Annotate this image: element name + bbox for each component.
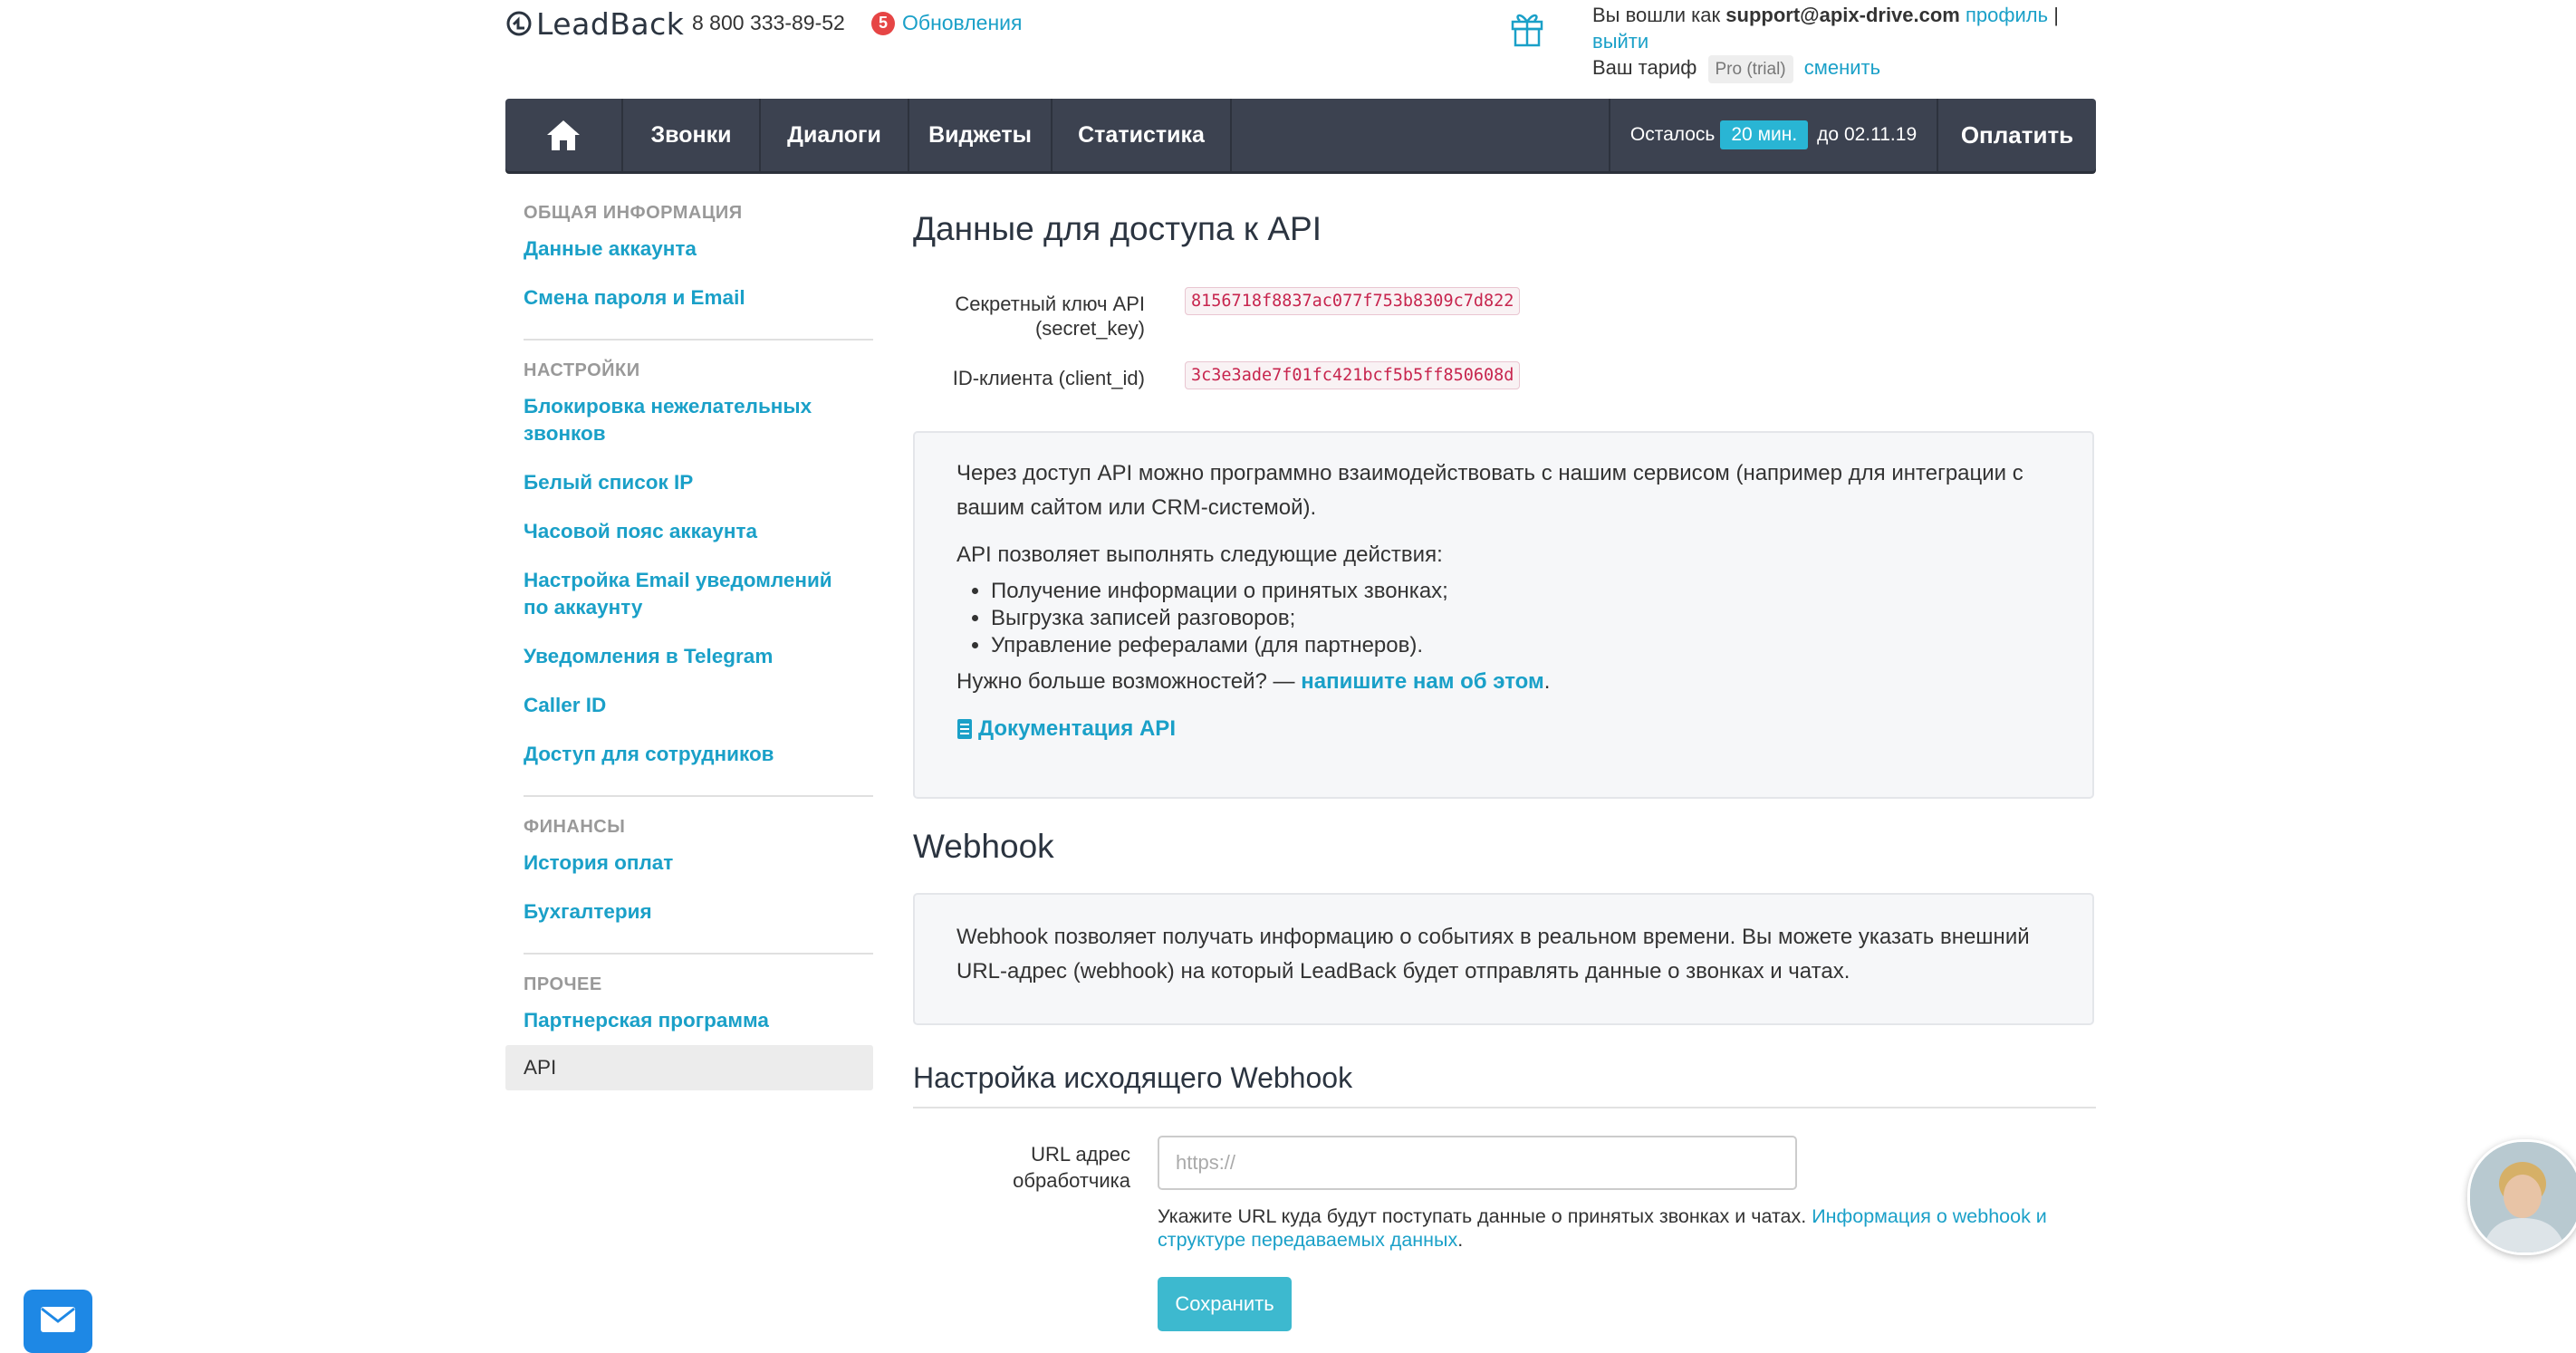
- sidebar-section-settings: НАСТРОЙКИ: [524, 360, 640, 380]
- nav-calls[interactable]: Звонки: [623, 99, 761, 171]
- mail-widget-button[interactable]: [24, 1290, 92, 1353]
- sidebar-section-finance: ФИНАНСЫ: [524, 817, 626, 837]
- api-actions-list: Получение информации о принятых звонках;…: [956, 578, 2051, 659]
- sidebar-item-email-notifications[interactable]: Настройка Email уведомлений по аккаунту: [505, 567, 873, 621]
- updates-link[interactable]: 5 Обновления: [871, 11, 1022, 35]
- sidebar-item-payment-history[interactable]: История оплат: [505, 849, 873, 877]
- outgoing-webhook-title: Настройка исходящего Webhook: [913, 1061, 1353, 1094]
- api-title: Данные для доступа к API: [913, 210, 1322, 247]
- list-item: Получение информации о принятых звонках;: [991, 578, 2051, 605]
- sidebar-section-other: ПРОЧЕЕ: [524, 974, 602, 994]
- logo-icon: [506, 11, 532, 36]
- api-more: Нужно больше возможностей? — напишите на…: [956, 665, 2051, 699]
- api-more-suffix: .: [1543, 669, 1551, 694]
- section-divider: [913, 1107, 2096, 1108]
- sidebar-item-call-blocking[interactable]: Блокировка нежелательных звонков: [505, 393, 873, 447]
- client-id-value-wrap: 3c3e3ade7f01fc421bcf5b5ff850608d: [1185, 361, 1521, 389]
- user-info: Вы вошли как support@apix-drive.com проф…: [1592, 2, 2063, 83]
- contact-us-link[interactable]: напишите нам об этом: [1301, 669, 1544, 694]
- until-label: до 02.11.19: [1817, 124, 1918, 145]
- secret-key-label-line1: Секретный ключ API: [955, 293, 1145, 315]
- client-id-value[interactable]: 3c3e3ade7f01fc421bcf5b5ff850608d: [1185, 361, 1521, 389]
- save-button[interactable]: Сохранить: [1158, 1277, 1292, 1331]
- updates-count-badge: 5: [871, 11, 895, 35]
- nav-widgets[interactable]: Виджеты: [909, 99, 1053, 171]
- logo[interactable]: LeadBack: [505, 5, 684, 42]
- sidebar-item-telegram[interactable]: Уведомления в Telegram: [505, 643, 873, 670]
- sidebar-item-caller-id[interactable]: Caller ID: [505, 692, 873, 719]
- sidebar-item-api[interactable]: API: [505, 1045, 873, 1090]
- secret-key-label-line2: (secret_key): [1034, 317, 1145, 340]
- logout-link[interactable]: выйти: [1592, 30, 1648, 53]
- logged-in-prefix: Вы вошли как: [1592, 4, 1721, 26]
- list-item: Управление рефералами (для партнеров).: [991, 632, 2051, 659]
- api-info-panel: Через доступ API можно программно взаимо…: [913, 431, 2094, 799]
- mail-icon: [41, 1307, 75, 1332]
- tariff-label: Ваш тариф: [1592, 56, 1697, 79]
- avatar-person-icon: [2470, 1142, 2576, 1252]
- nav-statistics[interactable]: Статистика: [1053, 99, 1232, 171]
- sidebar-divider: [524, 795, 873, 797]
- sidebar-item-accounting[interactable]: Бухгалтерия: [505, 898, 873, 926]
- sidebar-divider: [524, 339, 873, 341]
- list-item: Выгрузка записей разговоров;: [991, 605, 2051, 632]
- webhook-hint-suffix: .: [1457, 1229, 1464, 1251]
- webhook-hint: Укажите URL куда будут поступать данные …: [1158, 1204, 2091, 1252]
- client-id-label: ID-клиента (client_id): [952, 367, 1145, 389]
- sidebar-item-partner-program[interactable]: Партнерская программа: [505, 1007, 873, 1034]
- support-avatar[interactable]: [2467, 1139, 2576, 1255]
- logo-text: LeadBack: [536, 5, 685, 42]
- document-icon: [957, 719, 972, 739]
- user-email: support@apix-drive.com: [1725, 4, 1960, 26]
- api-docs-label: Документация API: [978, 716, 1176, 741]
- webhook-desc: Webhook позволяет получать информацию о …: [956, 925, 2030, 984]
- sidebar-item-account-data[interactable]: Данные аккаунта: [505, 235, 873, 263]
- home-icon: [547, 120, 580, 150]
- sidebar-item-staff-access[interactable]: Доступ для сотрудников: [505, 741, 873, 768]
- url-handler-label: URL адрес обработчика: [1013, 1143, 1130, 1192]
- change-tariff-link[interactable]: сменить: [1804, 56, 1880, 79]
- nav-home[interactable]: [505, 99, 623, 171]
- sidebar-item-ip-whitelist[interactable]: Белый список IP: [505, 469, 873, 496]
- pay-button[interactable]: Оплатить: [1938, 99, 2096, 171]
- webhook-url-input[interactable]: [1158, 1136, 1797, 1190]
- sidebar: ОБЩАЯ ИНФОРМАЦИЯ Данные аккаунта Смена п…: [505, 194, 873, 1090]
- profile-link[interactable]: профиль: [1966, 4, 2048, 26]
- secret-key-value-wrap: 8156718f8837ac077f753b8309c7d822: [1185, 287, 1521, 315]
- gift-icon[interactable]: [1509, 7, 1545, 47]
- nav-dialogs[interactable]: Диалоги: [761, 99, 909, 171]
- sidebar-divider: [524, 953, 873, 955]
- secret-key-value[interactable]: 8156718f8837ac077f753b8309c7d822: [1185, 287, 1521, 315]
- remaining-badge: 20 мин.: [1720, 120, 1809, 149]
- api-desc-1: Через доступ API можно программно взаимо…: [956, 461, 2023, 520]
- sidebar-section-general: ОБЩАЯ ИНФОРМАЦИЯ: [524, 203, 743, 223]
- api-desc-2: API позволяет выполнять следующие действ…: [956, 542, 1443, 567]
- main-navbar: Звонки Диалоги Виджеты Статистика Остало…: [505, 99, 2096, 171]
- webhook-info-panel: Webhook позволяет получать информацию о …: [913, 893, 2094, 1025]
- trial-remaining: Осталось 20 мин. до 02.11.19: [1609, 99, 1938, 171]
- separator: |: [2053, 4, 2059, 26]
- webhook-hint-text: Укажите URL куда будут поступать данные …: [1158, 1205, 1807, 1227]
- remaining-label: Осталось: [1629, 124, 1716, 145]
- tariff-badge: Pro (trial): [1707, 55, 1793, 83]
- phone-number: 8 800 333-89-52: [692, 11, 845, 34]
- updates-label: Обновления: [902, 11, 1023, 34]
- sidebar-item-timezone[interactable]: Часовой пояс аккаунта: [505, 518, 873, 545]
- api-more-prefix: Нужно больше возможностей? —: [956, 669, 1295, 694]
- webhook-title: Webhook: [913, 828, 1054, 865]
- sidebar-item-password-email[interactable]: Смена пароля и Email: [505, 284, 873, 312]
- api-docs-link[interactable]: Документация API: [956, 712, 2051, 746]
- secret-key-label: Секретный ключ API (secret_key): [915, 292, 1145, 341]
